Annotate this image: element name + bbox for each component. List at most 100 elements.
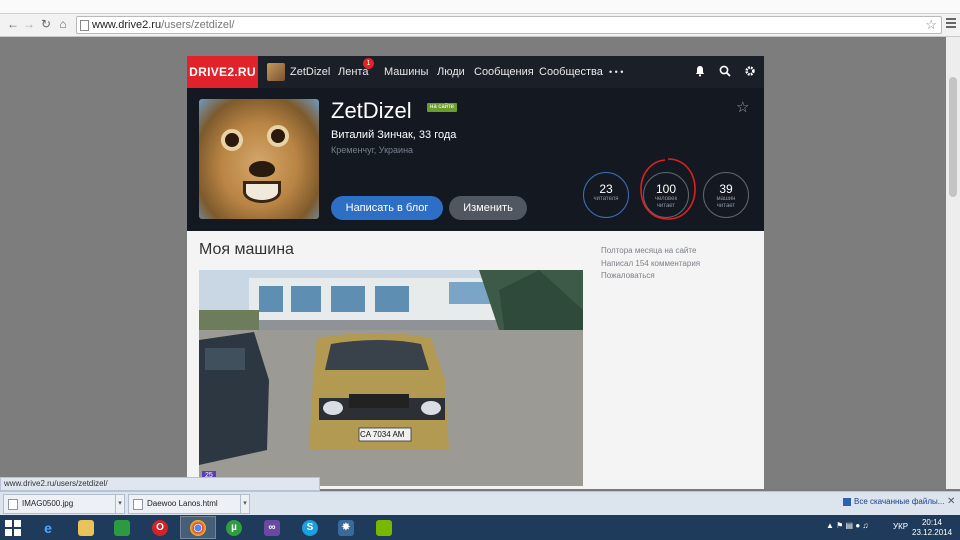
browser-toolbar: ← → ↻ ⌂ www.drive2.ru/users/zetdizel/ ☆ — [0, 0, 960, 37]
chevron-down-icon[interactable]: ▾ — [115, 495, 124, 513]
taskbar-chrome[interactable] — [180, 516, 216, 539]
stat-readers-label: читателя — [593, 196, 619, 202]
search-icon[interactable] — [718, 65, 732, 79]
utorrent-icon: µ — [226, 519, 242, 536]
system-tray[interactable]: ▲ ⚑ ▤ ● ♫ — [826, 521, 868, 530]
tab-strip — [0, 0, 960, 14]
file-icon — [8, 499, 18, 510]
forward-icon[interactable]: → — [22, 17, 36, 31]
opera-icon: O — [152, 519, 168, 536]
close-icon[interactable]: ✕ — [947, 496, 955, 507]
language-indicator[interactable]: УКР — [893, 522, 908, 531]
license-plate: CA 7034 AM — [360, 430, 405, 439]
chrome-icon — [190, 519, 206, 536]
nav-user-link[interactable]: ZetDizel — [290, 56, 330, 88]
skype-icon: S — [302, 519, 318, 536]
taskbar-explorer[interactable] — [68, 516, 104, 539]
chevron-down-icon[interactable]: ▾ — [240, 495, 249, 513]
site-logo[interactable]: DRIVE2.RU — [187, 56, 258, 88]
stat-cars-label2: читает — [716, 203, 736, 209]
feed-notification-badge: 1 — [363, 58, 374, 69]
side-link-report[interactable]: Пожаловаться — [601, 270, 700, 283]
stat-cars-num: 39 — [719, 182, 733, 196]
write-blog-button[interactable]: Написать в блог — [331, 196, 443, 220]
taskbar-skype[interactable]: S — [292, 516, 328, 539]
app-icon: ✸ — [338, 519, 354, 536]
download-item-1-name: IMAG0500.jpg — [22, 499, 74, 508]
clock-time: 20:14 — [921, 518, 943, 527]
car-photo[interactable]: CA 7034 AM 25 — [199, 270, 583, 486]
ie-icon: e — [44, 519, 52, 536]
nav-item-cars[interactable]: Машины — [384, 56, 428, 88]
url-path: /users/zetdizel/ — [161, 19, 235, 31]
my-car-title[interactable]: Моя машина — [199, 241, 294, 259]
nvidia-icon — [376, 519, 392, 536]
avatar-right-eye — [267, 125, 289, 147]
side-link-comments[interactable]: Написал 154 комментария — [601, 258, 700, 271]
download-item-1[interactable]: IMAG0500.jpg ▾ — [3, 494, 125, 514]
url-host: www.drive2.ru — [92, 19, 162, 31]
taskbar-app[interactable]: ✸ — [328, 516, 364, 539]
scrollbar-thumb[interactable] — [949, 77, 957, 197]
status-url-tooltip: www.drive2.ru/users/zetdizel/ — [0, 477, 320, 491]
taskbar-store[interactable] — [104, 516, 140, 539]
profile-location: Кременчуг, Украина — [331, 145, 414, 155]
reload-icon[interactable]: ↻ — [39, 17, 53, 31]
profile-name: ZetDizel — [331, 98, 412, 123]
gear-icon[interactable] — [743, 65, 757, 79]
page-scrollbar[interactable] — [946, 37, 960, 489]
favorite-star-icon[interactable]: ☆ — [736, 98, 749, 116]
address-url: www.drive2.ru/users/zetdizel/ — [92, 19, 234, 31]
online-badge: на сайте — [427, 103, 458, 112]
edit-profile-button[interactable]: Изменить — [449, 196, 527, 220]
taskbar-nvidia[interactable] — [366, 516, 402, 539]
profile-fullname: Виталий Зинчак, 33 года — [331, 129, 457, 141]
browser-menu-icon[interactable] — [946, 18, 956, 30]
taskbar-visualstudio[interactable]: ∞ — [254, 516, 290, 539]
home-icon[interactable]: ⌂ — [56, 17, 70, 31]
taskbar-ie[interactable]: e — [30, 516, 66, 539]
page-icon — [80, 20, 89, 31]
nav-item-communities[interactable]: Сообщества — [539, 56, 603, 88]
file-icon — [133, 499, 143, 510]
clock[interactable]: 20:14 23.12.2014 — [912, 518, 952, 538]
store-icon — [114, 519, 130, 536]
nav-more-button[interactable]: • • • — [609, 56, 623, 88]
stat-following-cars[interactable]: 39 машин читает — [703, 172, 749, 218]
stat-readers-num: 23 — [599, 182, 613, 196]
stat-readers[interactable]: 23 читателя — [583, 172, 629, 218]
all-downloads-link[interactable]: Все скачанные файлы... — [843, 497, 944, 506]
side-link-time-on-site: Полтора месяца на сайте — [601, 246, 697, 255]
profile-avatar[interactable] — [199, 99, 319, 219]
site-nav: DRIVE2.RU ZetDizel Лента 1 Машины Люди С… — [187, 56, 764, 88]
stat-cars-label1: машин — [716, 196, 736, 202]
car-photo-image — [199, 270, 583, 486]
avatar-left-eye — [221, 129, 243, 151]
page-viewport: DRIVE2.RU ZetDizel Лента 1 Машины Люди С… — [0, 37, 946, 489]
avatar-mouth — [243, 181, 281, 203]
downloads-bar: IMAG0500.jpg ▾ Daewoo Lanos.html ▾ Все с… — [0, 491, 960, 515]
side-links: Полтора месяца на сайте Написал 154 комм… — [601, 245, 700, 283]
download-item-2[interactable]: Daewoo Lanos.html ▾ — [128, 494, 250, 514]
profile-content: Моя машина CA 7034 AM 25 Полтора месяца … — [187, 231, 764, 489]
avatar-nose — [249, 161, 275, 177]
all-downloads-label: Все скачанные файлы... — [854, 497, 945, 506]
bell-icon[interactable] — [693, 65, 707, 79]
red-highlight-circle — [640, 158, 696, 220]
windows-start-icon[interactable] — [5, 520, 21, 536]
visual-studio-icon: ∞ — [264, 519, 280, 536]
bookmark-star-icon[interactable]: ☆ — [925, 17, 937, 33]
taskbar-utorrent[interactable]: µ — [216, 516, 252, 539]
nav-user-avatar[interactable] — [267, 63, 285, 81]
download-icon — [843, 497, 851, 506]
taskbar-opera[interactable]: O — [142, 516, 178, 539]
back-icon[interactable]: ← — [6, 17, 20, 31]
windows-taskbar: e O µ ∞ S ✸ ▲ ⚑ ▤ ● ♫ УКР 20:14 23.12.20… — [0, 515, 960, 540]
nav-item-messages[interactable]: Сообщения — [474, 56, 534, 88]
drive2-site: DRIVE2.RU ZetDizel Лента 1 Машины Люди С… — [187, 56, 764, 489]
address-bar[interactable]: www.drive2.ru/users/zetdizel/ ☆ — [76, 16, 942, 34]
nav-item-people[interactable]: Люди — [437, 56, 465, 88]
profile-header: ZetDizel на сайте Виталий Зинчак, 33 год… — [187, 88, 764, 231]
folder-icon — [78, 519, 94, 536]
clock-date: 23.12.2014 — [912, 528, 953, 537]
